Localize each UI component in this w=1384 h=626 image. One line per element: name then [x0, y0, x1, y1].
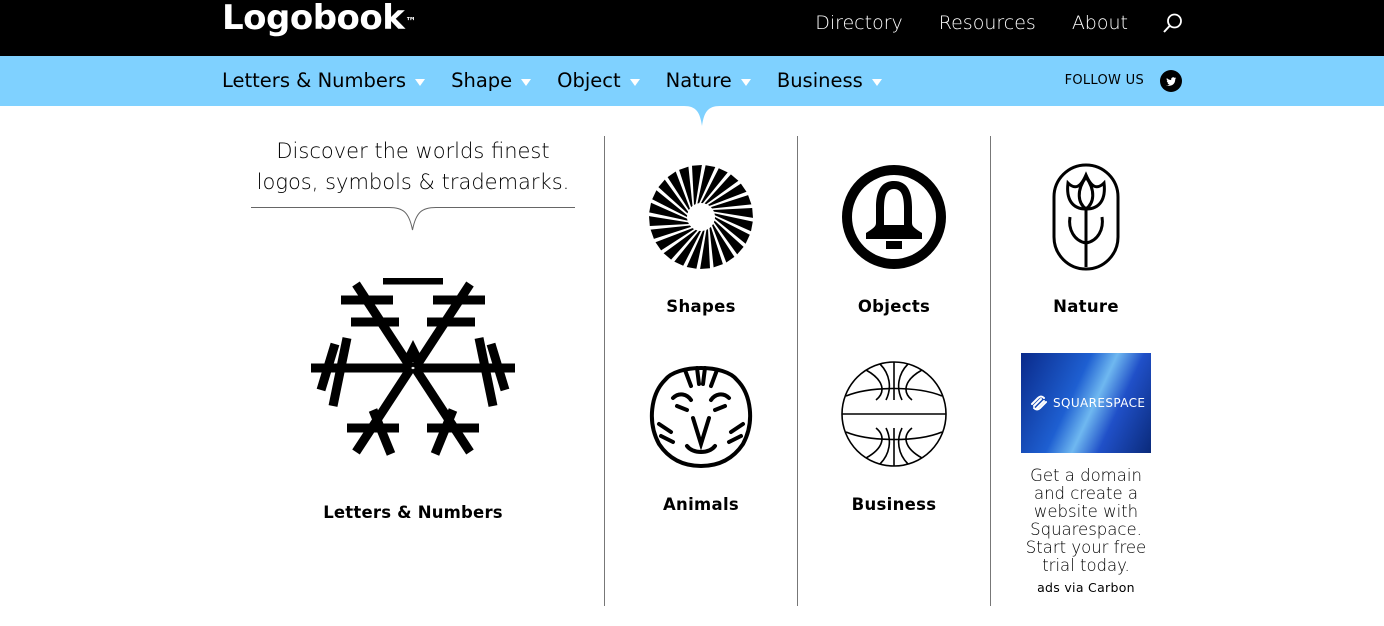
category-nature[interactable]: Nature	[666, 68, 751, 94]
caret-down-icon	[415, 78, 426, 86]
sunburst-logo-icon[interactable]	[647, 163, 755, 271]
caret-down-icon	[521, 78, 532, 86]
nav-directory-link[interactable]: Directory	[815, 10, 903, 36]
bell-logo-icon[interactable]	[840, 163, 948, 271]
tile-label-business[interactable]: Business	[798, 495, 990, 514]
hero-label[interactable]: Letters & Numbers	[252, 503, 574, 522]
tile-label-nature[interactable]: Nature	[990, 297, 1182, 316]
caret-down-icon	[871, 78, 882, 86]
globe-logo-icon[interactable]	[840, 360, 948, 468]
tile-label-objects[interactable]: Objects	[798, 297, 990, 316]
follow-us-label: FOLLOW US	[1064, 73, 1144, 88]
top-bar: Logobook™ Directory Resources About	[0, 0, 1384, 56]
category-object[interactable]: Object	[557, 68, 640, 94]
column-divider	[604, 136, 605, 606]
squarespace-icon	[1031, 395, 1047, 411]
search-icon[interactable]	[1162, 12, 1184, 34]
caret-down-icon	[629, 78, 640, 86]
category-menu: Letters & Numbers Shape Object Nature Bu…	[222, 68, 908, 94]
snowflake-logo-icon[interactable]	[311, 278, 515, 458]
intro-divider	[251, 207, 575, 231]
category-shape[interactable]: Shape	[451, 68, 532, 94]
column-divider	[990, 136, 991, 606]
tile-label-shapes[interactable]: Shapes	[605, 297, 797, 316]
column-divider	[797, 136, 798, 606]
category-business[interactable]: Business	[777, 68, 882, 94]
top-nav: Directory Resources About	[779, 10, 1184, 36]
tiger-logo-icon[interactable]	[647, 360, 755, 468]
twitter-icon[interactable]	[1160, 70, 1182, 92]
dropdown-pointer	[684, 106, 720, 126]
site-logo[interactable]: Logobook™	[222, 0, 416, 38]
ad-image[interactable]: SQUARESPACE	[1021, 353, 1151, 453]
category-letters-numbers[interactable]: Letters & Numbers	[222, 68, 426, 94]
intro-text: Discover the worlds finest logos, symbol…	[256, 139, 570, 194]
caret-down-icon	[740, 78, 751, 86]
nav-about-link[interactable]: About	[1072, 10, 1128, 36]
ad-credit-link[interactable]: ads via Carbon	[1016, 580, 1156, 595]
nav-resources-link[interactable]: Resources	[939, 10, 1036, 36]
ad-brand: SQUARESPACE	[1029, 395, 1145, 411]
tile-label-animals[interactable]: Animals	[605, 495, 797, 514]
ad-text[interactable]: Get a domain and create a website with S…	[1016, 467, 1156, 575]
tulip-logo-icon[interactable]	[1032, 163, 1140, 271]
category-bar: Letters & Numbers Shape Object Nature Bu…	[0, 56, 1384, 106]
